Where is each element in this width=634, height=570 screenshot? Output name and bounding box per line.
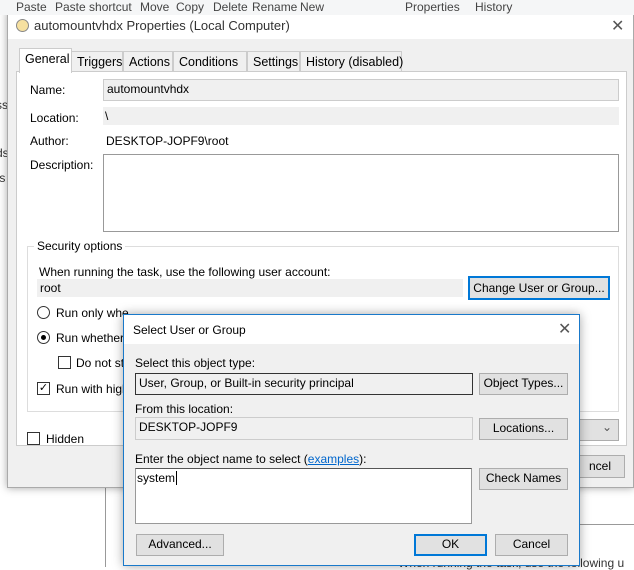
tab-history[interactable]: History (disabled)	[300, 51, 403, 72]
run-highest-checkbox[interactable]: ✓	[37, 382, 50, 395]
author-value: DESKTOP-JOPF9\root	[106, 134, 229, 148]
do-not-store-label: Do not st	[76, 356, 125, 370]
description-label: Description:	[30, 158, 94, 172]
ribbon-delete[interactable]: Delete	[213, 1, 248, 14]
object-name-label: Enter the object name to select (example…	[135, 452, 366, 466]
select-user-dialog: Select User or Group ✕ Select this objec…	[123, 314, 580, 566]
run-only-radio[interactable]	[37, 306, 50, 319]
cancel-label: ncel	[588, 459, 611, 473]
explorer-ribbon: Paste Paste shortcut Move Copy Delete Re…	[0, 0, 634, 15]
name-label: Name:	[30, 83, 66, 97]
title-bar: automountvhdx Properties (Local Computer…	[8, 11, 633, 39]
change-user-button[interactable]: Change User or Group...	[468, 276, 610, 300]
ribbon-new[interactable]: New	[300, 1, 324, 14]
object-name-input[interactable]: system	[135, 468, 472, 524]
name-field[interactable]: automountvhdx	[103, 79, 619, 101]
examples-link[interactable]: examples	[308, 452, 359, 466]
run-only-label: Run only whe	[56, 306, 129, 320]
hidden-checkbox[interactable]	[27, 432, 40, 445]
ribbon-move[interactable]: Move	[140, 1, 169, 14]
ribbon-paste-shortcut[interactable]: Paste shortcut	[55, 1, 132, 14]
object-type-label: Select this object type:	[135, 356, 256, 370]
run-whether-label: Run whether	[56, 331, 125, 345]
object-types-button[interactable]: Object Types...	[479, 373, 568, 395]
location-label: Location:	[30, 111, 79, 125]
object-name-text: system	[137, 471, 176, 485]
tab-conditions[interactable]: Conditions	[173, 51, 247, 72]
ribbon-properties[interactable]: Properties	[405, 1, 460, 14]
tab-settings[interactable]: Settings	[247, 51, 300, 72]
locations-button[interactable]: Locations...	[479, 418, 568, 440]
location-value: \	[103, 107, 619, 125]
advanced-button[interactable]: Advanced...	[136, 534, 224, 556]
tab-triggers[interactable]: Triggers	[71, 51, 123, 72]
select-title-bar: Select User or Group ✕	[124, 315, 579, 344]
close-icon[interactable]: ✕	[611, 16, 624, 36]
hidden-label: Hidden	[46, 432, 85, 446]
dialog-title: automountvhdx Properties (Local Computer…	[34, 18, 290, 33]
run-highest-label: Run with high	[56, 382, 129, 396]
security-options-title: Security options	[34, 239, 126, 253]
close-icon[interactable]: ✕	[558, 319, 571, 339]
chevron-down-icon: ⌄	[601, 420, 612, 434]
location-field: DESKTOP-JOPF9	[135, 417, 473, 440]
label-text: ):	[359, 452, 367, 466]
description-field[interactable]	[103, 154, 619, 232]
author-label: Author:	[30, 134, 69, 148]
ribbon-history[interactable]: History	[475, 1, 512, 14]
ribbon-copy[interactable]: Copy	[176, 1, 204, 14]
select-dialog-title: Select User or Group	[133, 323, 246, 337]
check-names-button[interactable]: Check Names	[479, 468, 568, 490]
ribbon-paste[interactable]: Paste	[16, 1, 47, 14]
label-text: Enter the object name to select (	[135, 452, 308, 466]
do-not-store-checkbox[interactable]	[58, 356, 71, 369]
tab-actions[interactable]: Actions	[123, 51, 173, 72]
user-account-field: root	[37, 279, 463, 297]
configure-for-dropdown[interactable]: ⌄	[577, 419, 619, 441]
location-label: From this location:	[135, 402, 234, 416]
tab-general[interactable]: General	[19, 48, 72, 73]
bg-fragment: ts	[0, 171, 6, 185]
cancel-button[interactable]: Cancel	[495, 534, 568, 556]
account-prompt: When running the task, use the following…	[39, 265, 331, 279]
run-whether-radio[interactable]	[37, 331, 50, 344]
ribbon-rename[interactable]: Rename	[252, 1, 297, 14]
object-type-field: User, Group, or Built-in security princi…	[135, 373, 473, 395]
ok-button[interactable]: OK	[414, 534, 487, 556]
clock-icon	[16, 19, 29, 32]
